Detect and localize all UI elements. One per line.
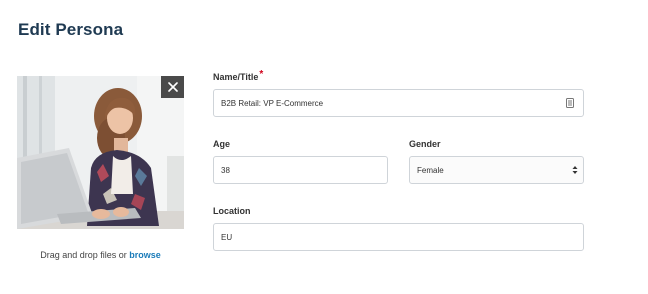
dropzone[interactable]: Drag and drop files or browse xyxy=(17,250,184,260)
age-value: 38 xyxy=(221,165,230,175)
gender-label: Gender xyxy=(409,139,441,149)
gender-value: Female xyxy=(417,165,444,175)
gender-select[interactable]: Female xyxy=(409,156,584,184)
name-title-value: B2B Retail: VP E-Commerce xyxy=(221,98,324,108)
close-icon xyxy=(167,82,178,92)
dropzone-text: Drag and drop files or xyxy=(40,250,127,260)
page-title: Edit Persona xyxy=(18,20,124,39)
persona-photo xyxy=(17,76,184,229)
age-label: Age xyxy=(213,139,231,149)
age-input[interactable]: 38 xyxy=(213,156,388,184)
contact-card-icon[interactable] xyxy=(566,98,574,108)
remove-photo-button[interactable] xyxy=(161,76,184,98)
select-arrows-icon xyxy=(572,166,578,174)
name-title-input[interactable]: B2B Retail: VP E-Commerce xyxy=(213,89,584,117)
edit-persona-page: Edit Persona Drag and drop files or brow… xyxy=(0,0,648,294)
name-title-label-text: Name/Title xyxy=(213,72,259,82)
location-label: Location xyxy=(213,206,251,216)
location-value: EU xyxy=(221,232,233,242)
persona-photo-image xyxy=(17,76,184,229)
name-title-label: Name/Title* xyxy=(213,69,264,83)
location-input[interactable]: EU xyxy=(213,223,584,251)
required-mark: * xyxy=(259,69,264,80)
browse-link[interactable]: browse xyxy=(129,250,161,260)
